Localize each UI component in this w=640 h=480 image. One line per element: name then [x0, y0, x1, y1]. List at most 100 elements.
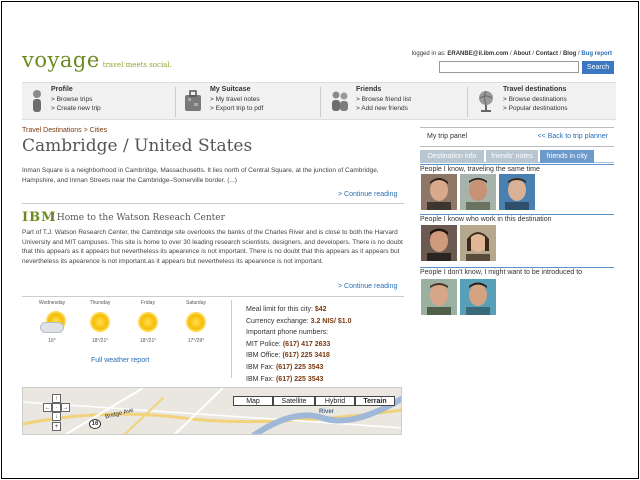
search-input[interactable]: [439, 61, 579, 73]
map-river-label: River: [319, 409, 335, 415]
nav-title-friends: Friends: [356, 86, 382, 93]
section-might-introduce: People I don't know, I might want to be …: [420, 267, 614, 276]
logo-tagline: travel meets social.: [102, 61, 172, 69]
nav-title-profile: Profile: [51, 86, 73, 93]
weather-temp: 18°/21°: [139, 338, 157, 344]
friend-avatar[interactable]: [460, 174, 496, 210]
map-type-terrain[interactable]: Terrain: [355, 396, 395, 406]
contact-link[interactable]: Contact: [536, 51, 558, 57]
suitcase-icon: [185, 90, 201, 111]
blog-link[interactable]: Blog: [563, 51, 576, 57]
person-icon: [33, 90, 41, 112]
phone-value: (617) 225 3418: [282, 352, 330, 360]
pan-left-icon[interactable]: ←: [43, 403, 52, 412]
center-icon[interactable]: ·: [52, 403, 61, 412]
tab-destination-info[interactable]: Destination info: [420, 150, 484, 163]
phone-value: (617) 225 3543: [275, 363, 324, 371]
nav-divider: [175, 87, 176, 117]
continue-reading-link-2[interactable]: > Continue reading: [338, 283, 397, 290]
nav-link-popular-destinations[interactable]: > Popular destinations: [503, 105, 568, 112]
phone-label: IBM Fax:: [246, 363, 275, 371]
map-pan-zoom-control: ↑ ← → ↓ · +: [43, 394, 71, 431]
app-logo[interactable]: voyage travel meets social.: [22, 48, 172, 72]
divider: [22, 296, 404, 297]
zoom-in-icon[interactable]: +: [52, 422, 61, 431]
logo-text: voyage: [22, 48, 100, 72]
phone-label: IBM Fax:: [246, 375, 275, 383]
nav-title-suitcase: My Suitcase: [210, 86, 251, 93]
bug-report-link[interactable]: Bug report: [581, 51, 612, 57]
nav-title-destinations: Travel destinations: [503, 86, 567, 93]
divider: [22, 203, 404, 204]
map-type-satellite[interactable]: Satellite: [273, 396, 315, 406]
tab-friends-notes[interactable]: friends' notes: [486, 150, 538, 163]
breadcrumb[interactable]: Travel Destinations > Cities: [22, 127, 107, 134]
poi-title: / Home to the Watson Reseach Center: [51, 213, 225, 223]
section-work-in-destination: People I know who work in this destinati…: [420, 214, 614, 223]
divider: [231, 300, 232, 378]
suggested-avatar[interactable]: [460, 279, 496, 315]
phone-value: (617) 417 2633: [282, 340, 331, 348]
pan-down-icon[interactable]: ↓: [52, 412, 61, 421]
route-shield: 16: [89, 419, 101, 429]
friend-avatar[interactable]: [499, 174, 535, 210]
logged-in-label: logged in as:: [411, 51, 446, 57]
friends-icon: [332, 91, 348, 111]
weather-day-name: Wednesday: [38, 300, 66, 306]
weather-day-name: Saturday: [185, 300, 206, 306]
full-weather-link[interactable]: Full weather report: [91, 357, 149, 364]
currency-label: Currency exchange:: [246, 317, 309, 325]
user-email: ERANBE@il.ibm.com: [447, 51, 509, 57]
trip-panel-title: My trip panel: [427, 133, 468, 140]
nav-link-add-friends[interactable]: > Add new friends: [356, 105, 408, 112]
sun-icon: [86, 310, 114, 336]
meal-label: Meal limit for this city:: [246, 306, 313, 313]
sun-icon: [134, 310, 162, 336]
nav-link-travel-notes[interactable]: > My travel notes: [210, 96, 260, 103]
continue-reading-link[interactable]: > Continue reading: [338, 191, 397, 198]
map-type-map[interactable]: Map: [233, 396, 273, 406]
colleague-avatar[interactable]: [460, 225, 496, 261]
pan-up-icon[interactable]: ↑: [52, 394, 61, 403]
globe-icon: [479, 90, 493, 112]
top-links: logged in as: ERANBE@il.ibm.com / About …: [411, 51, 612, 57]
friend-avatar[interactable]: [421, 174, 457, 210]
nav-divider: [320, 87, 321, 117]
nav-link-export-pdf[interactable]: > Export trip to pdf: [210, 105, 263, 112]
pan-right-icon[interactable]: →: [61, 403, 70, 412]
nav-link-browse-friends[interactable]: > Browse friend list: [356, 96, 411, 103]
weather-day: Friday 18°/21°: [126, 300, 170, 344]
nav-link-browse-trips[interactable]: > Browse trips: [51, 96, 92, 103]
currency-value: 3.2 NIS/ $1.0: [310, 317, 352, 325]
weather-day-name: Thursday: [89, 300, 111, 306]
panel-tabs: Destination info friends' notes friends …: [420, 149, 614, 163]
phone-value: (617) 225 3543: [275, 375, 324, 383]
about-link[interactable]: About: [513, 51, 530, 57]
search-button[interactable]: Search: [582, 61, 614, 74]
trip-panel-header: My trip panel << Back to trip planner: [420, 127, 614, 147]
weather-day: Wednesday 16°: [30, 300, 74, 344]
page-title: Cambridge / United States: [22, 136, 253, 156]
nav-suitcase: My Suitcase > My travel notes > Export t…: [184, 83, 324, 121]
weather-temp: 18°/21°: [91, 338, 109, 344]
back-to-planner-link[interactable]: << Back to trip planner: [538, 133, 608, 140]
city-map[interactable]: ↑ ← → ↓ · + Bridge Ave 16 River Map Sate…: [22, 387, 402, 435]
map-type-hybrid[interactable]: Hybrid: [315, 396, 355, 406]
tab-friends-in-city[interactable]: friends in city: [540, 150, 594, 163]
weather-day-name: Friday: [141, 300, 155, 306]
suggested-avatar[interactable]: [421, 279, 457, 315]
nav-link-create-trip[interactable]: > Create new trip: [51, 105, 101, 112]
city-intro: Inman Square is a neighborhood in Cambri…: [22, 167, 379, 184]
phone-label: MIT Police:: [246, 340, 281, 348]
nav-destinations: Travel destinations > Browse destination…: [477, 83, 615, 121]
phones-label: Important phone numbers:: [246, 329, 329, 337]
nav-friends: Friends > Browse friend list > Add new f…: [330, 83, 470, 121]
colleague-avatar[interactable]: [421, 225, 457, 261]
nav-divider: [467, 87, 468, 117]
nav-profile: Profile > Browse trips > Create new trip: [30, 83, 170, 121]
phone-label: IBM Office:: [246, 352, 281, 360]
poi-description: Part of T.J. Watson Research Center, the…: [22, 229, 403, 265]
nav-link-browse-destinations[interactable]: > Browse destinations: [503, 96, 567, 103]
meal-value: $42: [314, 306, 327, 313]
weather-temp: 17°/29°: [187, 338, 205, 344]
